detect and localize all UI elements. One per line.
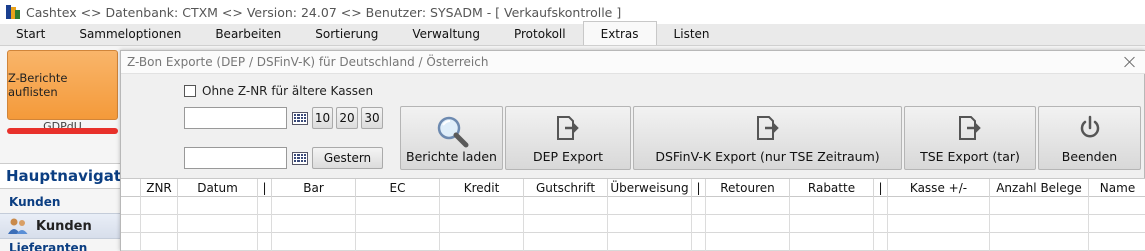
power-icon — [1077, 114, 1103, 145]
tab-sammeloptionen[interactable]: Sammeloptionen — [62, 23, 198, 45]
calendar-icon[interactable] — [290, 148, 310, 168]
window-titlebar: Cashtex <> Datenbank: CTXM <> Version: 2… — [0, 0, 1145, 24]
tab-verwaltung[interactable]: Verwaltung — [395, 23, 497, 45]
window-title: Cashtex <> Datenbank: CTXM <> Version: 2… — [26, 4, 622, 20]
menu-bar: Start Sammeloptionen Bearbeiten Sortieru… — [0, 21, 1145, 46]
date-to-field[interactable] — [184, 147, 287, 169]
grid-col-retouren[interactable]: Retouren — [706, 179, 790, 197]
beenden-button[interactable]: Beenden — [1038, 106, 1141, 170]
grid-col-gutschrift[interactable]: Gutschrift — [524, 179, 608, 197]
date-from-field[interactable] — [184, 107, 287, 129]
tab-start[interactable]: Start — [0, 23, 62, 45]
dep-export-label: DEP Export — [533, 149, 603, 164]
grid-col-selector[interactable] — [121, 179, 141, 197]
tse-export-button[interactable]: TSE Export (tar) — [904, 106, 1036, 170]
tab-sortierung[interactable]: Sortierung — [298, 23, 395, 45]
grid-col-separator: | — [258, 179, 272, 197]
dsfinvk-export-button[interactable]: DSFinV-K Export (nur TSE Zeitraum) — [633, 106, 902, 170]
tab-listen[interactable]: Listen — [657, 23, 727, 45]
grid-col-ec[interactable]: EC — [356, 179, 440, 197]
tse-export-label: TSE Export (tar) — [920, 149, 1020, 164]
grid-col-kasse[interactable]: Kasse +/- — [888, 179, 990, 197]
quick-20-button[interactable]: 20 — [336, 107, 358, 129]
z-berichte-label: Z-Berichte auflisten — [8, 71, 68, 99]
table-row[interactable] — [121, 233, 1145, 251]
nav-group-lieferanten[interactable]: Lieferanten — [0, 241, 122, 251]
red-indicator-bar — [7, 128, 118, 134]
grid-col-datum[interactable]: Datum — [178, 179, 258, 197]
customers-icon — [8, 217, 28, 235]
quick-10-button[interactable]: 10 — [312, 107, 333, 129]
dialog-titlebar: Z-Bon Exporte (DEP / DSFinV-K) für Deuts… — [121, 51, 1145, 74]
left-navigation: Hauptnavigation Kunden Kunden Lieferante… — [0, 141, 122, 251]
ohne-znr-checkbox[interactable]: Ohne Z-NR für ältere Kassen — [184, 84, 373, 98]
dialog-title: Z-Bon Exporte (DEP / DSFinV-K) für Deuts… — [127, 55, 489, 69]
grid-col-separator: | — [692, 179, 706, 197]
beenden-label: Beenden — [1061, 149, 1118, 164]
close-icon[interactable] — [1122, 54, 1138, 70]
grid-col-kredit[interactable]: Kredit — [440, 179, 524, 197]
nav-item-kunden[interactable]: Kunden — [0, 213, 122, 239]
nav-group-kunden[interactable]: Kunden — [0, 192, 122, 212]
checkbox-box[interactable] — [184, 85, 196, 97]
nav-header: Hauptnavigation — [0, 163, 122, 189]
search-icon — [435, 114, 469, 151]
grid-col-rabatte[interactable]: Rabatte — [790, 179, 874, 197]
tab-extras[interactable]: Extras — [582, 21, 657, 45]
z-bon-grid[interactable]: ZNR Datum | Bar EC Kredit Gutschrift Übe… — [121, 178, 1145, 251]
export-icon — [555, 114, 581, 145]
gestern-button[interactable]: Gestern — [312, 147, 383, 169]
berichte-laden-button[interactable]: Berichte laden — [400, 106, 503, 170]
grid-col-separator: | — [874, 179, 888, 197]
export-icon — [957, 114, 983, 145]
tab-protokoll[interactable]: Protokoll — [497, 23, 583, 45]
grid-col-anzahl-belege[interactable]: Anzahl Belege — [990, 179, 1089, 197]
export-icon — [755, 114, 781, 145]
grid-col-bar[interactable]: Bar — [272, 179, 356, 197]
grid-col-ueberweisung[interactable]: Überweisung — [608, 179, 692, 197]
z-bon-export-dialog: Z-Bon Exporte (DEP / DSFinV-K) für Deuts… — [120, 50, 1145, 251]
grid-header: ZNR Datum | Bar EC Kredit Gutschrift Übe… — [121, 178, 1145, 197]
checkbox-label: Ohne Z-NR für ältere Kassen — [202, 84, 374, 98]
app-logo-icon — [6, 5, 20, 19]
berichte-laden-label: Berichte laden — [406, 149, 497, 164]
calendar-icon[interactable] — [290, 108, 310, 128]
tab-bearbeiten[interactable]: Bearbeiten — [198, 23, 298, 45]
grid-col-name[interactable]: Name — [1089, 179, 1145, 197]
quick-30-button[interactable]: 30 — [361, 107, 383, 129]
nav-item-kunden-label: Kunden — [36, 218, 92, 234]
dep-export-button[interactable]: DEP Export — [505, 106, 631, 170]
table-row[interactable] — [121, 197, 1145, 215]
z-berichte-auflisten-button[interactable]: Z-Berichte auflisten — [7, 50, 118, 120]
dsfinvk-export-label: DSFinV-K Export (nur TSE Zeitraum) — [655, 149, 880, 164]
table-row[interactable] — [121, 215, 1145, 233]
grid-col-znr[interactable]: ZNR — [141, 179, 178, 197]
